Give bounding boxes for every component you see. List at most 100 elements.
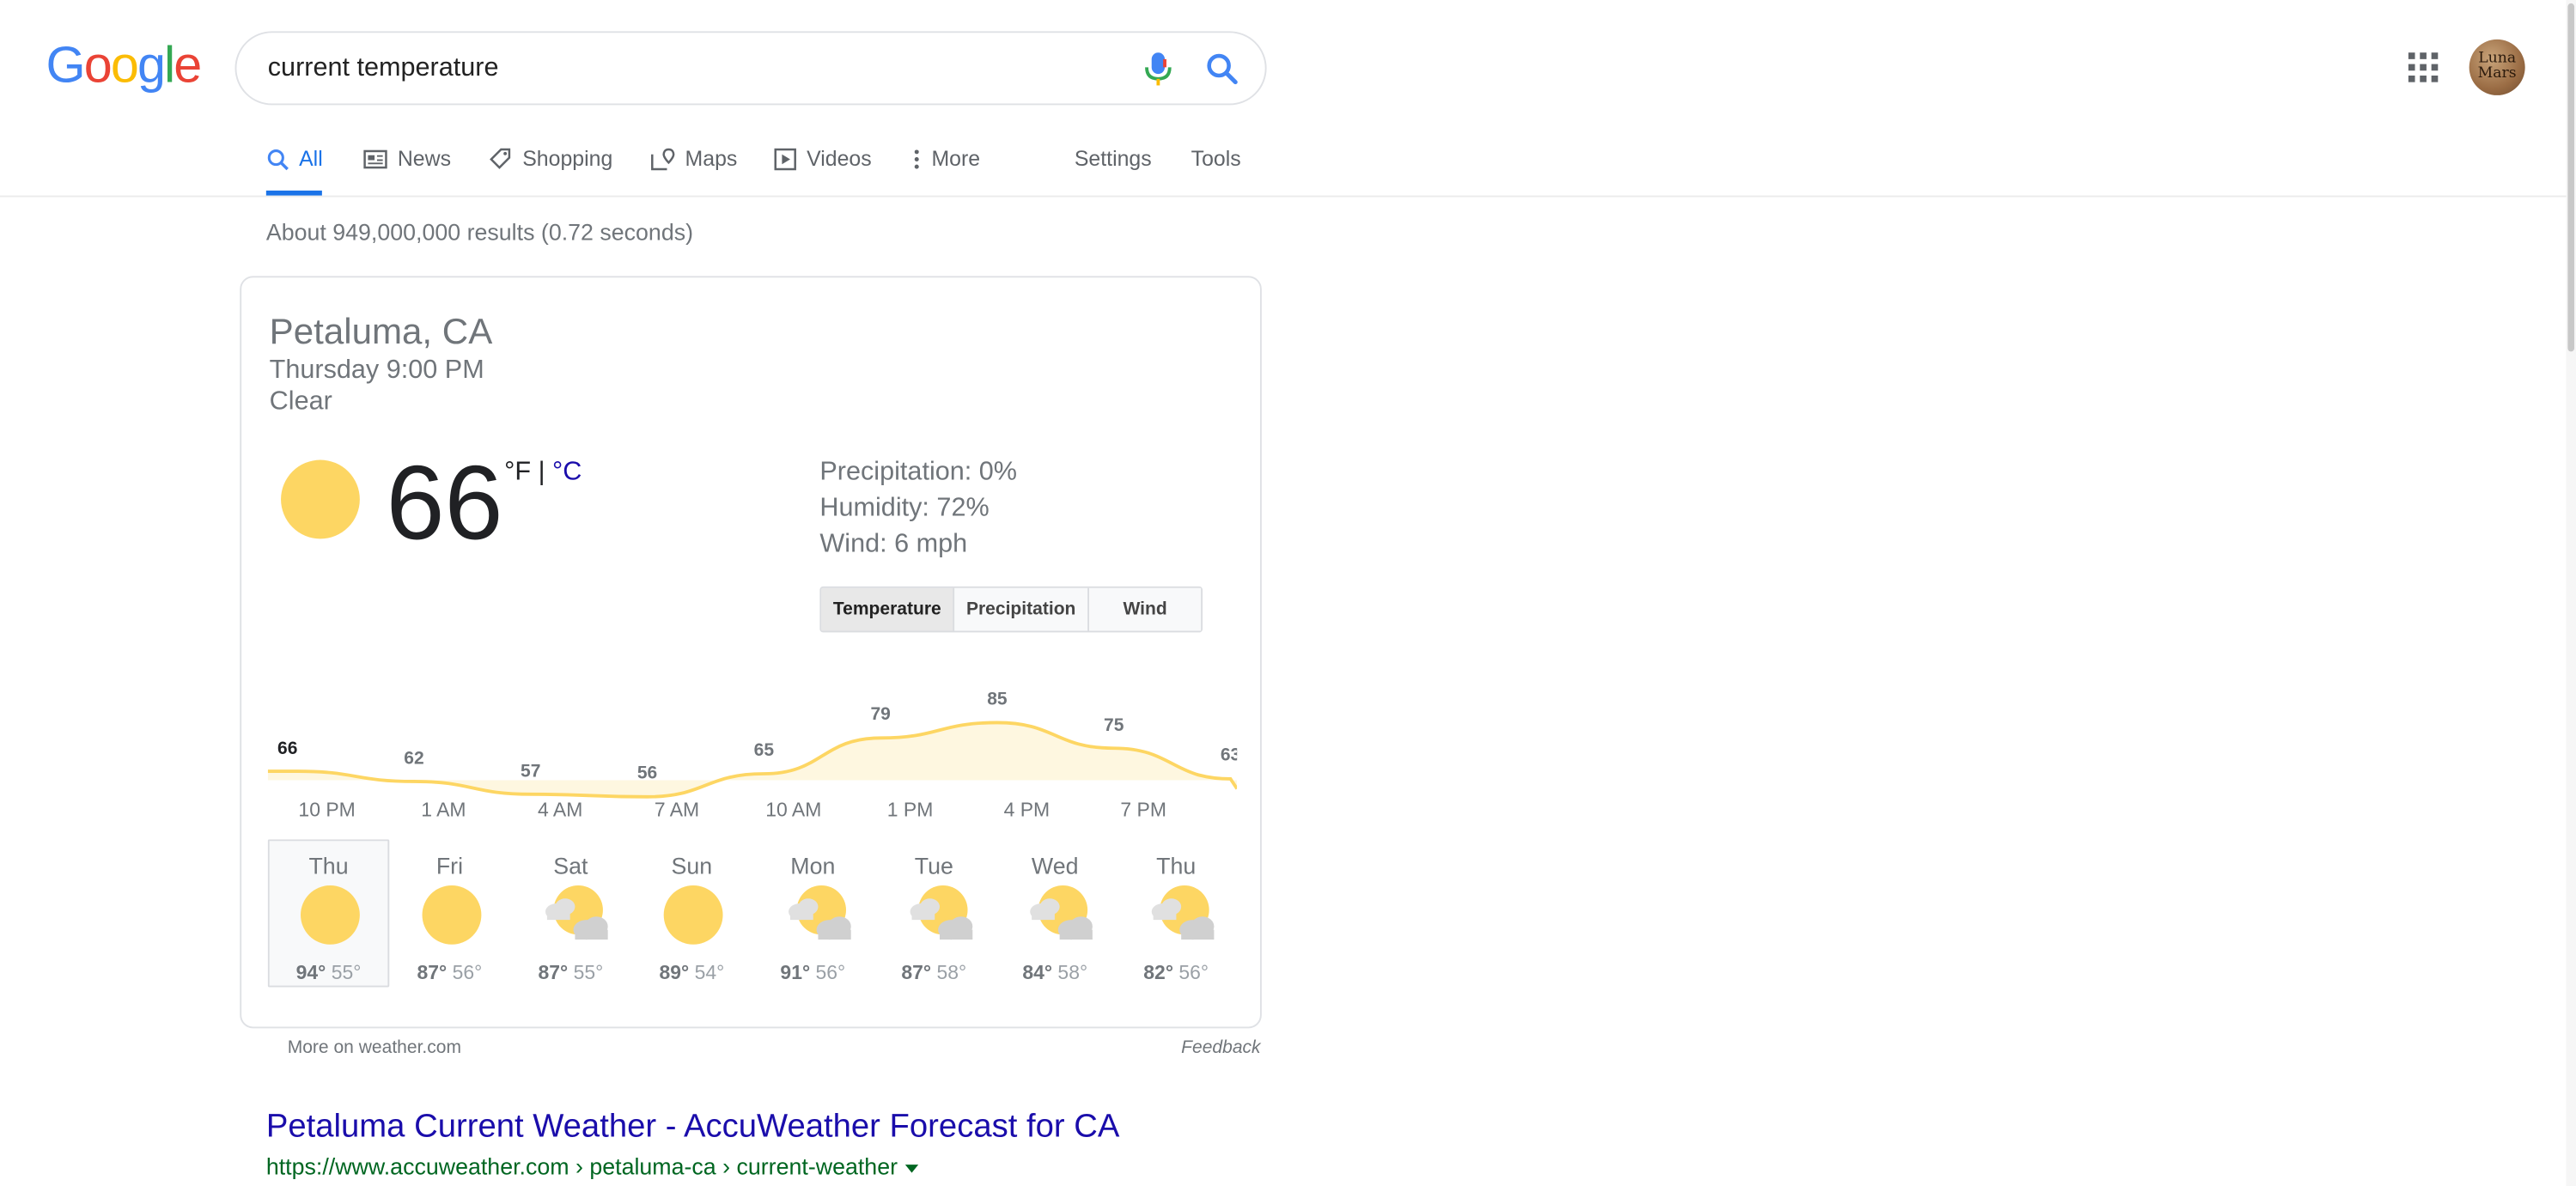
chevron-down-icon[interactable]: [905, 1164, 919, 1173]
unit-toggle: °F | °C: [504, 459, 582, 488]
temperature-point-label: 56: [636, 763, 658, 784]
more-on-weather-link[interactable]: More on weather.com: [288, 1038, 461, 1058]
tab-shopping[interactable]: Shopping: [488, 146, 612, 195]
tab-more[interactable]: More: [911, 146, 980, 195]
forecast-day-temps: 87° 56°: [391, 961, 509, 984]
partly-cloudy-icon: [1026, 884, 1093, 946]
weather-card: Petaluma, CA Thursday 9:00 PM Clear 66 °…: [240, 276, 1262, 1029]
forecast-low: 54°: [689, 960, 725, 984]
precipitation-stat: Precipitation: 0%: [819, 458, 1018, 487]
sun-icon: [662, 884, 725, 946]
tab-maps[interactable]: Maps: [650, 146, 737, 195]
weather-location: Petaluma, CA: [269, 310, 493, 352]
forecast-day[interactable]: Thu 82° 56°: [1115, 839, 1237, 987]
google-logo[interactable]: Google: [46, 36, 203, 95]
temperature-point-label: 79: [870, 705, 891, 726]
search-icon: [267, 149, 289, 171]
hour-label: 7 AM: [654, 798, 700, 822]
forecast-day[interactable]: Sat 87° 55°: [510, 839, 632, 987]
hourly-time-labels: 10 PM1 AM4 AM7 AM10 AM1 PM4 PM7 PM1: [268, 799, 1237, 822]
tab-news[interactable]: News: [363, 146, 451, 195]
hour-label: 1 AM: [421, 798, 466, 822]
unit-separator: |: [531, 458, 553, 487]
tab-label: Videos: [807, 146, 872, 171]
settings-link[interactable]: Settings: [1075, 146, 1152, 195]
forecast-day-name: Wed: [1031, 852, 1079, 879]
forecast-day-name: Mon: [790, 852, 836, 879]
avatar-text: Luna Mars: [2477, 51, 2517, 82]
hour-label: 4 PM: [1003, 798, 1050, 822]
forecast-day[interactable]: Wed 84° 58°: [994, 839, 1116, 987]
search-input[interactable]: [267, 51, 1123, 88]
tools-link[interactable]: Tools: [1191, 146, 1241, 195]
wind-toggle-button[interactable]: Wind: [1089, 587, 1202, 631]
news-icon: [363, 149, 387, 169]
unit-celsius[interactable]: °C: [552, 459, 582, 487]
forecast-high: 82°: [1143, 960, 1174, 984]
avatar[interactable]: Luna Mars: [2469, 39, 2525, 95]
feedback-link[interactable]: Feedback: [1181, 1038, 1260, 1058]
forecast-high: 87°: [538, 960, 569, 984]
hour-label: 1 PM: [886, 798, 934, 822]
logo-letter: o: [83, 36, 113, 94]
chart-mode-toggle: Temperature Precipitation Wind: [819, 586, 1203, 633]
forecast-low: 56°: [447, 960, 483, 984]
forecast-day-name: Thu: [308, 852, 349, 879]
tab-all[interactable]: All: [265, 146, 323, 196]
forecast-day[interactable]: Sun 89° 54°: [631, 839, 753, 987]
result-title-link[interactable]: Petaluma Current Weather - AccuWeather F…: [266, 1109, 1120, 1146]
precipitation-toggle-button[interactable]: Precipitation: [954, 587, 1090, 631]
forecast-low: 58°: [1052, 960, 1088, 984]
forecast-day-name: Sun: [671, 852, 713, 879]
forecast-day-name: Tue: [914, 852, 953, 879]
hour-label: 10 AM: [765, 798, 822, 822]
more-vert-icon: [914, 149, 919, 169]
partly-cloudy-icon: [1147, 884, 1215, 946]
logo-letter: l: [164, 36, 175, 94]
hour-label: 4 AM: [538, 798, 583, 822]
temperature-point-label: 65: [753, 740, 775, 761]
partly-cloudy-icon: [541, 884, 609, 946]
tab-videos[interactable]: Videos: [774, 146, 872, 195]
logo-letter: g: [137, 36, 166, 94]
hour-label: 7 PM: [1120, 798, 1166, 822]
forecast-day-temps: 89° 54°: [633, 961, 752, 984]
map-icon: [651, 148, 675, 171]
temperature-point-label: 66: [277, 738, 298, 758]
sun-icon: [299, 884, 362, 946]
forecast-high: 91°: [780, 960, 811, 984]
search-tabs: All News Shopping Maps Videos More Setti…: [0, 131, 2576, 198]
forecast-low: 55°: [326, 960, 362, 984]
daily-forecast: Thu 94° 55° Fri 87° 56° Sat 87° 55° Sun 89° 54°…: [267, 839, 1237, 990]
logo-letter: e: [174, 36, 202, 94]
tab-label: All: [299, 146, 323, 171]
apps-grid-icon[interactable]: [2407, 51, 2439, 83]
result-stats: About 949,000,000 results (0.72 seconds): [265, 218, 694, 245]
search-results-page: Google Luna Mars All: [0, 0, 2576, 1186]
weather-condition: Clear: [269, 387, 332, 416]
temperature-point-label: 63: [1220, 745, 1237, 766]
temperature-point-label: 85: [987, 690, 1008, 710]
forecast-day-temps: 84° 58°: [996, 961, 1114, 984]
microphone-icon[interactable]: [1140, 49, 1176, 88]
wind-stat: Wind: 6 mph: [819, 530, 968, 559]
forecast-day-name: Thu: [1156, 852, 1197, 879]
result-url-text: https://www.accuweather.com › petaluma-c…: [265, 1153, 898, 1180]
search-box[interactable]: [234, 31, 1267, 106]
hour-label: 10 PM: [298, 798, 356, 822]
forecast-day-temps: 87° 58°: [874, 961, 993, 984]
forecast-high: 87°: [901, 960, 932, 984]
forecast-low: 56°: [1173, 960, 1209, 984]
tab-label: Shopping: [522, 146, 613, 171]
scrollbar-thumb[interactable]: [2567, 3, 2575, 352]
current-temperature: 66: [386, 443, 503, 563]
forecast-day[interactable]: Fri 87° 56°: [389, 839, 511, 987]
forecast-day[interactable]: Tue 87° 58°: [874, 839, 996, 987]
tab-label: News: [397, 146, 452, 171]
search-icon[interactable]: [1203, 49, 1242, 88]
tab-label: More: [931, 146, 981, 171]
unit-fahrenheit[interactable]: °F: [504, 459, 531, 487]
forecast-day[interactable]: Mon 91° 56°: [752, 839, 874, 987]
temperature-toggle-button[interactable]: Temperature: [821, 587, 955, 631]
forecast-day[interactable]: Thu 94° 55°: [267, 839, 390, 988]
